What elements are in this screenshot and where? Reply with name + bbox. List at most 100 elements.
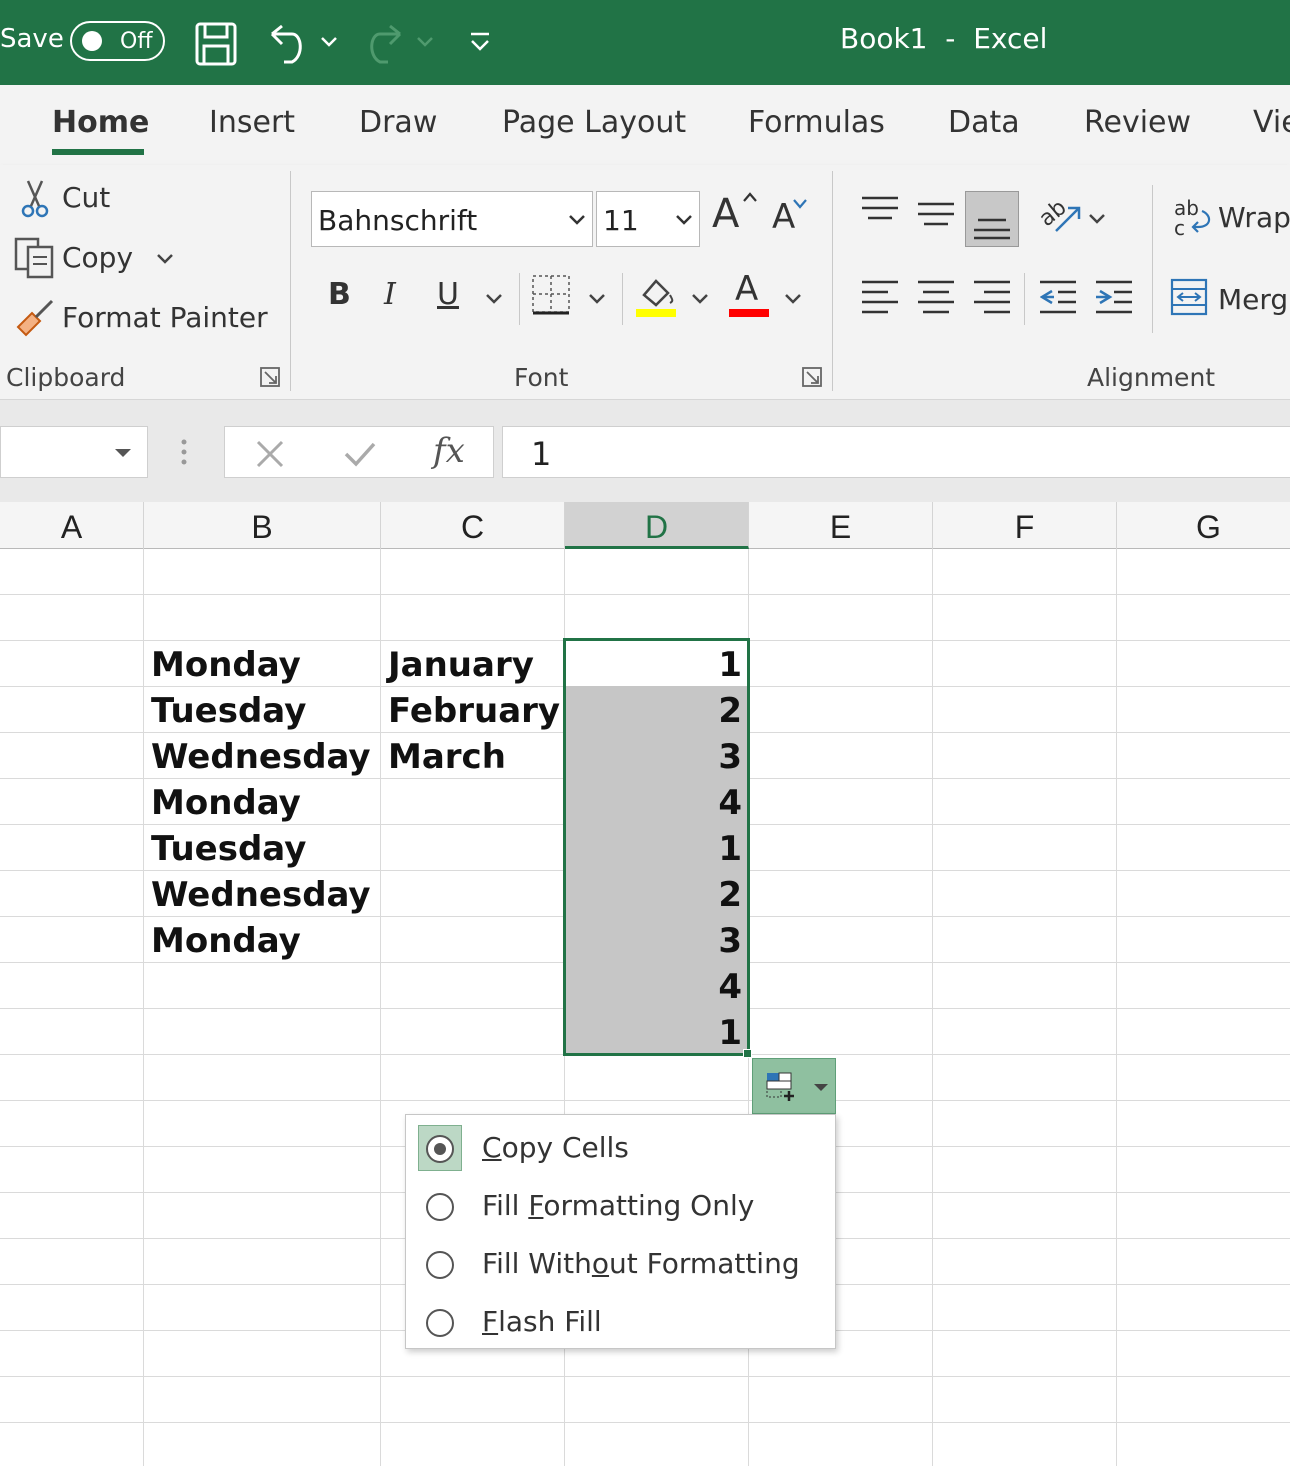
menu-item-label: Fill Formatting Only	[482, 1189, 755, 1222]
toggle-knob	[82, 31, 102, 51]
radio-icon	[426, 1251, 454, 1279]
undo-icon[interactable]	[268, 22, 308, 66]
column-header-c[interactable]: C	[381, 502, 565, 549]
redo-icon[interactable]	[364, 22, 404, 66]
selection-border	[563, 638, 750, 1056]
font-name-value: Bahnschrift	[318, 204, 478, 237]
bold-button[interactable]: B	[328, 277, 351, 312]
cell-b8[interactable]: Wednesday	[151, 871, 371, 917]
menu-item-fill-formatting-only[interactable]: Fill Formatting Only	[406, 1177, 837, 1235]
fill-color-icon[interactable]	[636, 273, 678, 319]
middle-align-icon[interactable]	[918, 201, 954, 231]
autofill-options-menu: Copy Cells Fill Formatting Only Fill Wit…	[405, 1114, 836, 1349]
tab-page-layout[interactable]: Page Layout	[502, 105, 686, 140]
menu-item-flash-fill[interactable]: Flash Fill	[406, 1293, 837, 1351]
font-color-button[interactable]: A	[729, 269, 771, 319]
cell-b6[interactable]: Monday	[151, 779, 301, 825]
cancel-icon[interactable]	[255, 439, 285, 469]
cell-b5[interactable]: Wednesday	[151, 733, 371, 779]
bottom-align-button[interactable]	[965, 191, 1019, 247]
merge-center-icon	[1170, 278, 1208, 316]
divider	[832, 171, 833, 391]
resize-handle-icon[interactable]	[180, 438, 188, 468]
column-header-b[interactable]: B	[144, 502, 381, 549]
enter-icon[interactable]	[343, 439, 377, 469]
column-header-g[interactable]: G	[1117, 502, 1290, 549]
underline-button[interactable]: U	[437, 277, 459, 312]
divider	[519, 273, 520, 325]
italic-button[interactable]: I	[384, 277, 396, 312]
copy-button[interactable]: Copy	[14, 237, 194, 281]
wrap-text-button[interactable]: ab c Wrap	[1172, 195, 1290, 241]
radio-selected-icon	[426, 1135, 454, 1163]
undo-dropdown-icon[interactable]	[320, 36, 338, 48]
cut-button[interactable]: Cut	[14, 179, 284, 221]
radio-icon	[426, 1193, 454, 1221]
svg-text:ab: ab	[1038, 195, 1072, 232]
chevron-down-icon[interactable]	[691, 293, 709, 305]
align-center-icon[interactable]	[918, 279, 954, 315]
tab-view[interactable]: Vie	[1253, 105, 1290, 140]
decrease-font-size-button[interactable]: A	[772, 197, 812, 241]
chevron-down-icon[interactable]	[784, 293, 802, 305]
font-group-label: Font	[514, 363, 569, 392]
tab-insert[interactable]: Insert	[209, 105, 295, 140]
autosave-toggle[interactable]: Off	[70, 21, 165, 61]
chevron-down-icon[interactable]	[1088, 213, 1106, 225]
chevron-down-icon[interactable]	[485, 293, 503, 305]
copy-label: Copy	[62, 241, 134, 274]
name-box[interactable]	[0, 426, 148, 478]
formula-input[interactable]: 1	[502, 426, 1290, 478]
gridline	[0, 1422, 1290, 1423]
tab-home[interactable]: Home	[52, 105, 149, 140]
borders-icon[interactable]	[530, 273, 574, 317]
menu-item-fill-without-formatting[interactable]: Fill Without Formatting	[406, 1235, 837, 1293]
toggle-state: Off	[120, 29, 153, 54]
chevron-down-icon[interactable]	[156, 253, 174, 265]
redo-dropdown-icon[interactable]	[416, 36, 434, 48]
insert-function-button[interactable]: fx	[433, 431, 465, 471]
chevron-down-icon[interactable]	[588, 293, 606, 305]
formula-value: 1	[531, 435, 552, 473]
cell-b9[interactable]: Monday	[151, 917, 301, 963]
cell-c5[interactable]: March	[388, 733, 506, 779]
customize-qat-icon[interactable]	[469, 30, 491, 54]
fill-handle[interactable]	[743, 1049, 752, 1058]
merge-center-button[interactable]: Merg	[1170, 277, 1290, 323]
column-header-a[interactable]: A	[0, 502, 144, 549]
title-bar: Save Off Book1 - Excel	[0, 0, 1290, 85]
column-header-f[interactable]: F	[933, 502, 1117, 549]
caret-down-icon[interactable]	[113, 447, 133, 459]
clipboard-group-label: Clipboard	[6, 363, 126, 392]
autofill-options-button[interactable]	[752, 1058, 836, 1114]
column-header-d[interactable]: D	[565, 502, 749, 549]
gridline	[0, 1100, 1290, 1101]
top-align-icon[interactable]	[862, 195, 898, 225]
increase-indent-icon[interactable]	[1096, 279, 1132, 315]
font-name-select[interactable]: Bahnschrift	[311, 191, 593, 247]
increase-font-size-button[interactable]: A	[712, 191, 758, 241]
tab-review[interactable]: Review	[1084, 105, 1191, 140]
tab-formulas[interactable]: Formulas	[748, 105, 885, 140]
column-header-e[interactable]: E	[749, 502, 933, 549]
save-icon[interactable]	[195, 22, 237, 66]
cell-c3[interactable]: January	[388, 641, 534, 687]
bottom-align-icon	[974, 218, 1010, 240]
cell-c4[interactable]: February	[388, 687, 560, 733]
cell-b7[interactable]: Tuesday	[151, 825, 306, 871]
menu-item-copy-cells[interactable]: Copy Cells	[406, 1119, 837, 1177]
tab-data[interactable]: Data	[948, 105, 1020, 140]
document-title: Book1 - Excel	[840, 22, 1048, 55]
cell-b4[interactable]: Tuesday	[151, 687, 306, 733]
svg-text:c: c	[1174, 216, 1185, 239]
format-painter-button[interactable]: Format Painter	[14, 297, 274, 341]
orientation-icon[interactable]: ab	[1038, 195, 1082, 239]
font-size-select[interactable]: 11	[596, 191, 700, 247]
align-left-icon[interactable]	[862, 279, 898, 315]
cell-b3[interactable]: Monday	[151, 641, 301, 687]
align-right-icon[interactable]	[974, 279, 1010, 315]
dialog-launcher-icon[interactable]	[802, 367, 824, 389]
decrease-indent-icon[interactable]	[1040, 279, 1076, 315]
dialog-launcher-icon[interactable]	[260, 367, 282, 389]
tab-draw[interactable]: Draw	[359, 105, 437, 140]
